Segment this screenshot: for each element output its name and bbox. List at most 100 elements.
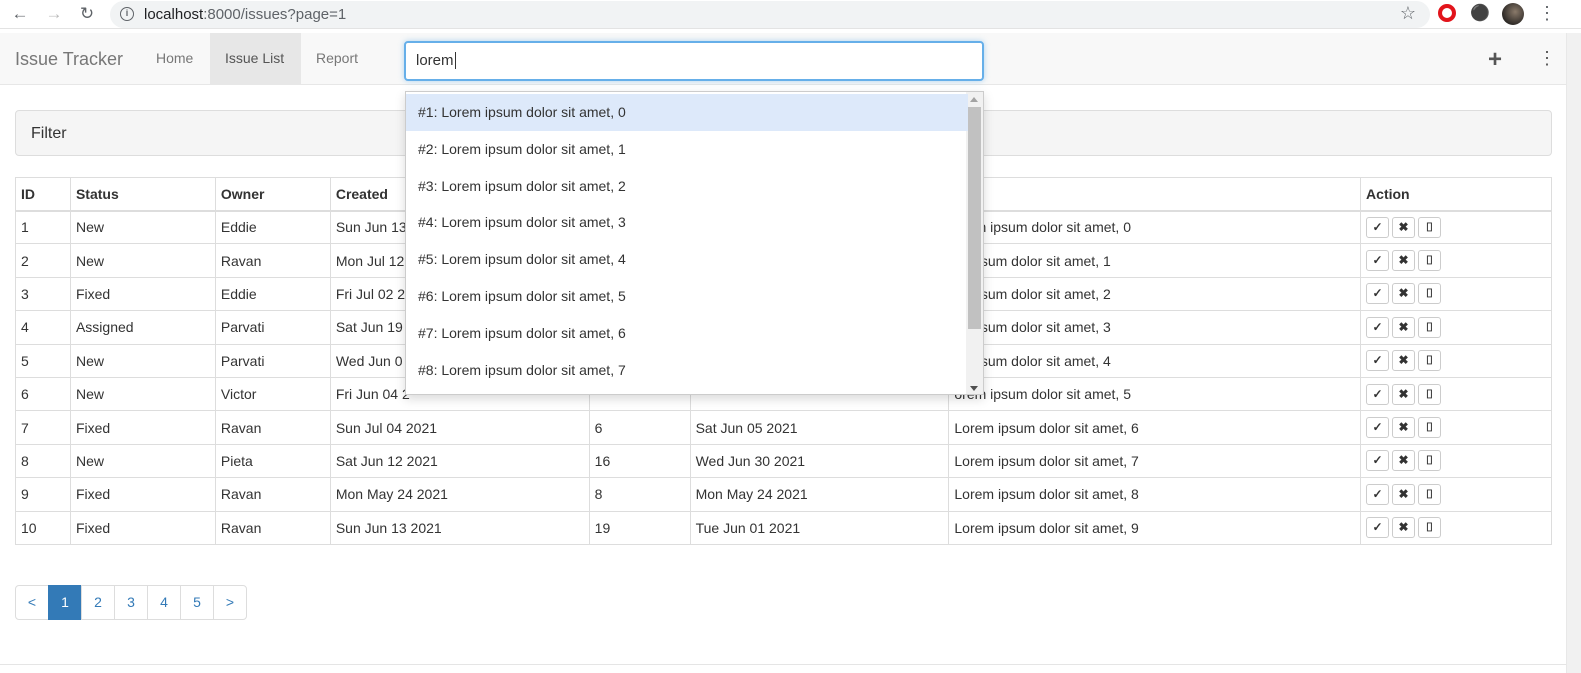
edit-icon[interactable]: ✓ [1366, 483, 1390, 505]
trash-icon[interactable]: ⌷ [1418, 316, 1442, 338]
browser-toolbar: ← → ↻ i localhost:8000/issues?page=1 ☆ ⚫… [0, 0, 1581, 29]
app-navbar: Issue Tracker Home Issue List Report lor… [0, 33, 1566, 85]
close-icon[interactable]: ✖ [1392, 316, 1416, 338]
autocomplete-option[interactable]: #4: Lorem ipsum dolor sit amet, 3 [406, 204, 968, 241]
header-title: e [948, 177, 1362, 212]
autocomplete-option[interactable]: #6: Lorem ipsum dolor sit amet, 5 [406, 278, 968, 315]
table-row[interactable]: 7 Fixed Ravan Sun Jul 04 2021 6 Sat Jun 05 20… [15, 410, 1552, 445]
cell-due: Wed Jun 30 2021 [689, 443, 950, 479]
cell-id: 8 [15, 443, 71, 479]
autocomplete-option[interactable]: #7: Lorem ipsum dolor sit amet, 6 [406, 315, 968, 352]
nav-report[interactable]: Report [301, 33, 373, 84]
cell-action: ✓ ✖ ⌷ [1360, 510, 1552, 545]
cell-id: 3 [15, 276, 71, 312]
scroll-up-arrow-icon[interactable] [970, 97, 978, 102]
trash-icon[interactable]: ⌷ [1418, 417, 1442, 439]
cell-action: ✓ ✖ ⌷ [1360, 477, 1552, 512]
cell-title: m ipsum dolor sit amet, 4 [948, 343, 1362, 378]
nav-issue-list[interactable]: Issue List [210, 33, 301, 84]
page-button-5[interactable]: 5 [180, 585, 214, 620]
cell-effort: 16 [588, 443, 691, 479]
opera-extension-icon[interactable] [1438, 4, 1458, 24]
close-icon[interactable]: ✖ [1392, 250, 1416, 272]
cell-status: Fixed [69, 510, 216, 545]
edit-icon[interactable]: ✓ [1366, 517, 1390, 539]
reload-icon[interactable]: ↻ [77, 4, 97, 24]
page-prev-button[interactable]: < [15, 585, 49, 620]
edit-icon[interactable]: ✓ [1366, 216, 1390, 238]
filter-title[interactable]: Filter [31, 125, 67, 143]
cell-action: ✓ ✖ ⌷ [1360, 443, 1552, 479]
edit-icon[interactable]: ✓ [1366, 283, 1390, 305]
cell-title: Lorem ipsum dolor sit amet, 9 [948, 510, 1362, 545]
edit-icon[interactable]: ✓ [1366, 250, 1390, 272]
edit-icon[interactable]: ✓ [1366, 417, 1390, 439]
address-bar[interactable]: i localhost:8000/issues?page=1 ☆ [110, 1, 1430, 28]
scroll-down-arrow-icon[interactable] [970, 386, 978, 391]
nav-home[interactable]: Home [141, 33, 208, 84]
bookmark-star-icon[interactable]: ☆ [1400, 3, 1416, 24]
info-icon[interactable]: i [120, 7, 134, 21]
cell-action: ✓ ✖ ⌷ [1360, 276, 1552, 312]
browser-menu-icon[interactable]: ⋮ [1538, 3, 1556, 24]
cell-created: Sat Jun 12 2021 [329, 443, 590, 479]
close-icon[interactable]: ✖ [1392, 383, 1416, 405]
cell-title: orem ipsum dolor sit amet, 5 [948, 376, 1362, 412]
close-icon[interactable]: ✖ [1392, 517, 1416, 539]
trash-icon[interactable]: ⌷ [1418, 250, 1442, 272]
cell-title: m ipsum dolor sit amet, 2 [948, 276, 1362, 312]
cell-owner: Pieta [214, 443, 331, 479]
table-row[interactable]: 10 Fixed Ravan Sun Jun 13 2021 19 Tue Jun 01 … [15, 510, 1552, 545]
forward-arrow-icon[interactable]: → [44, 4, 64, 24]
more-menu-icon[interactable]: ⋮ [1538, 48, 1556, 69]
page-button-4[interactable]: 4 [147, 585, 181, 620]
trash-icon[interactable]: ⌷ [1418, 283, 1442, 305]
extensions-puzzle-icon[interactable]: ⚫ [1470, 4, 1490, 24]
close-icon[interactable]: ✖ [1392, 483, 1416, 505]
pagination: <1 2 3 4 5 > [15, 585, 247, 620]
cell-created: Sun Jul 04 2021 [329, 410, 590, 445]
search-autocomplete-dropdown: #1: Lorem ipsum dolor sit amet, 0 #2: Lor… [405, 91, 984, 395]
edit-icon[interactable]: ✓ [1366, 450, 1390, 472]
cell-action: ✓ ✖ ⌷ [1360, 310, 1552, 345]
page-scrollbar[interactable] [1566, 33, 1581, 673]
trash-icon[interactable]: ⌷ [1418, 383, 1442, 405]
trash-icon[interactable]: ⌷ [1418, 350, 1442, 372]
autocomplete-option[interactable]: #8: Lorem ipsum dolor sit amet, 7 [406, 352, 968, 389]
edit-icon[interactable]: ✓ [1366, 350, 1390, 372]
close-icon[interactable]: ✖ [1392, 216, 1416, 238]
close-icon[interactable]: ✖ [1392, 283, 1416, 305]
cell-title: orem ipsum dolor sit amet, 0 [948, 209, 1362, 245]
trash-icon[interactable]: ⌷ [1418, 483, 1442, 505]
table-row[interactable]: 8 New Pieta Sat Jun 12 2021 16 Wed Jun 30 202… [15, 443, 1552, 479]
brand-title[interactable]: Issue Tracker [15, 49, 123, 70]
cell-id: 5 [15, 343, 71, 378]
autocomplete-option[interactable]: #3: Lorem ipsum dolor sit amet, 2 [406, 168, 968, 205]
autocomplete-option[interactable]: #1: Lorem ipsum dolor sit amet, 0 [406, 94, 968, 131]
close-icon[interactable]: ✖ [1392, 450, 1416, 472]
autocomplete-option[interactable]: #5: Lorem ipsum dolor sit amet, 4 [406, 241, 968, 278]
trash-icon[interactable]: ⌷ [1418, 216, 1442, 238]
page-next-button[interactable]: > [213, 585, 247, 620]
close-icon[interactable]: ✖ [1392, 350, 1416, 372]
back-arrow-icon[interactable]: ← [10, 4, 30, 24]
autocomplete-option[interactable]: #2: Lorem ipsum dolor sit amet, 1 [406, 131, 968, 168]
trash-icon[interactable]: ⌷ [1418, 450, 1442, 472]
page-button-3[interactable]: 3 [114, 585, 148, 620]
cell-owner: Ravan [214, 510, 331, 545]
edit-icon[interactable]: ✓ [1366, 316, 1390, 338]
close-icon[interactable]: ✖ [1392, 417, 1416, 439]
trash-icon[interactable]: ⌷ [1418, 517, 1442, 539]
dropdown-scrollbar[interactable] [966, 92, 983, 394]
profile-avatar[interactable] [1502, 3, 1524, 25]
table-row[interactable]: 9 Fixed Ravan Mon May 24 2021 8 Mon May 24 20… [15, 477, 1552, 512]
scroll-thumb[interactable] [968, 107, 981, 329]
header-status: Status [69, 177, 216, 212]
edit-icon[interactable]: ✓ [1366, 383, 1390, 405]
url-text: localhost:8000/issues?page=1 [144, 6, 347, 23]
cell-status: New [69, 376, 216, 412]
page-button-2[interactable]: 2 [81, 585, 115, 620]
add-issue-icon[interactable]: + [1488, 46, 1502, 74]
issue-search-input[interactable]: lorem [404, 41, 984, 81]
page-button-1[interactable]: 1 [48, 585, 82, 620]
